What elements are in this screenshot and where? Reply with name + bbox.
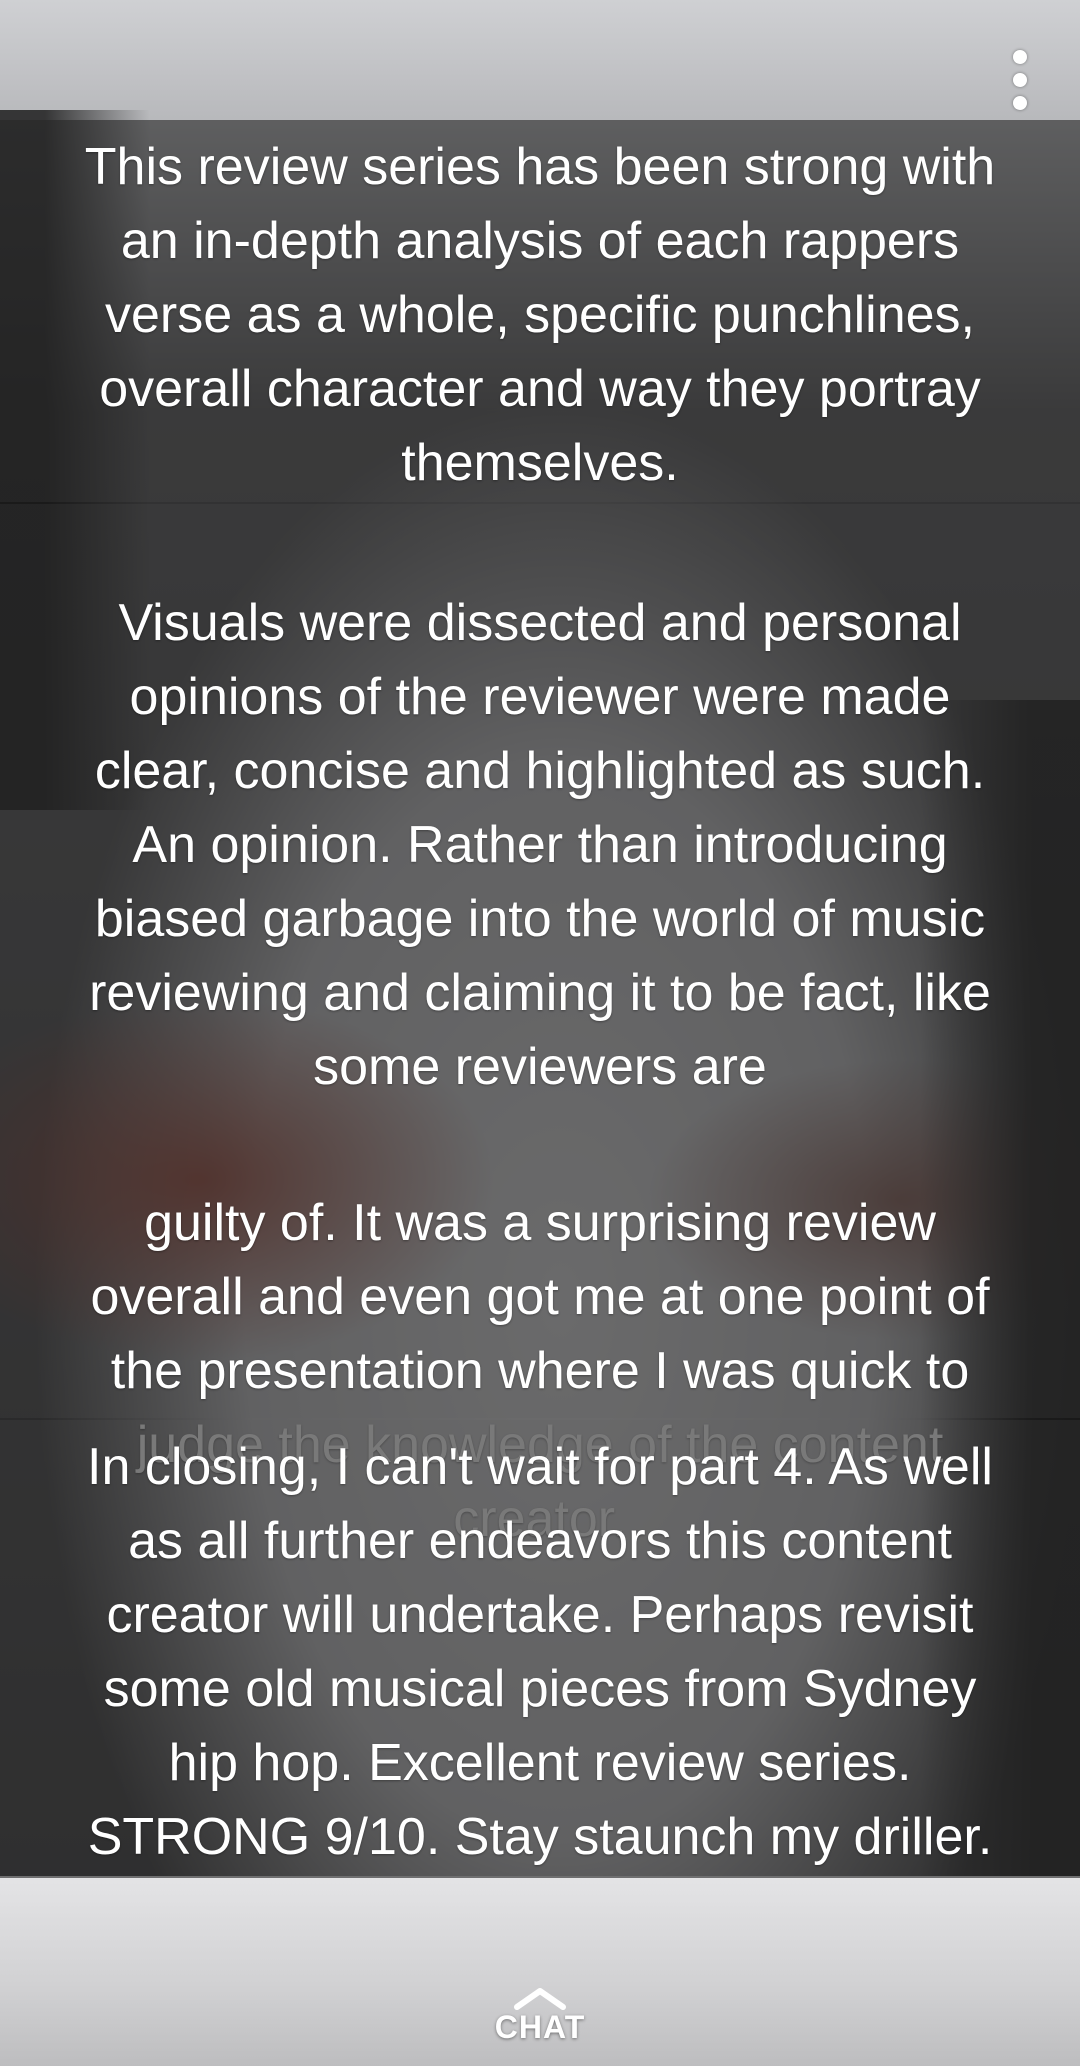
chevron-up-icon	[514, 1988, 566, 2010]
caption-block-3: In closing, I can't wait for part 4. As …	[0, 1420, 1080, 1878]
more-options-button[interactable]	[1002, 50, 1038, 110]
caption-paragraph: Visuals were dissected and personal opin…	[89, 594, 991, 1096]
caption-block-1: This review series has been strong with …	[0, 120, 1080, 502]
chat-button[interactable]: CHAT	[490, 1986, 590, 2056]
more-vertical-icon-dot	[1013, 73, 1027, 87]
chat-label: CHAT	[494, 2009, 586, 2045]
more-vertical-icon-dot	[1013, 96, 1027, 110]
story-screen: This review series has been strong with …	[0, 0, 1080, 2066]
caption-block-2: Visuals were dissected and personal opin…	[0, 504, 1080, 1548]
more-vertical-icon	[1013, 50, 1027, 64]
